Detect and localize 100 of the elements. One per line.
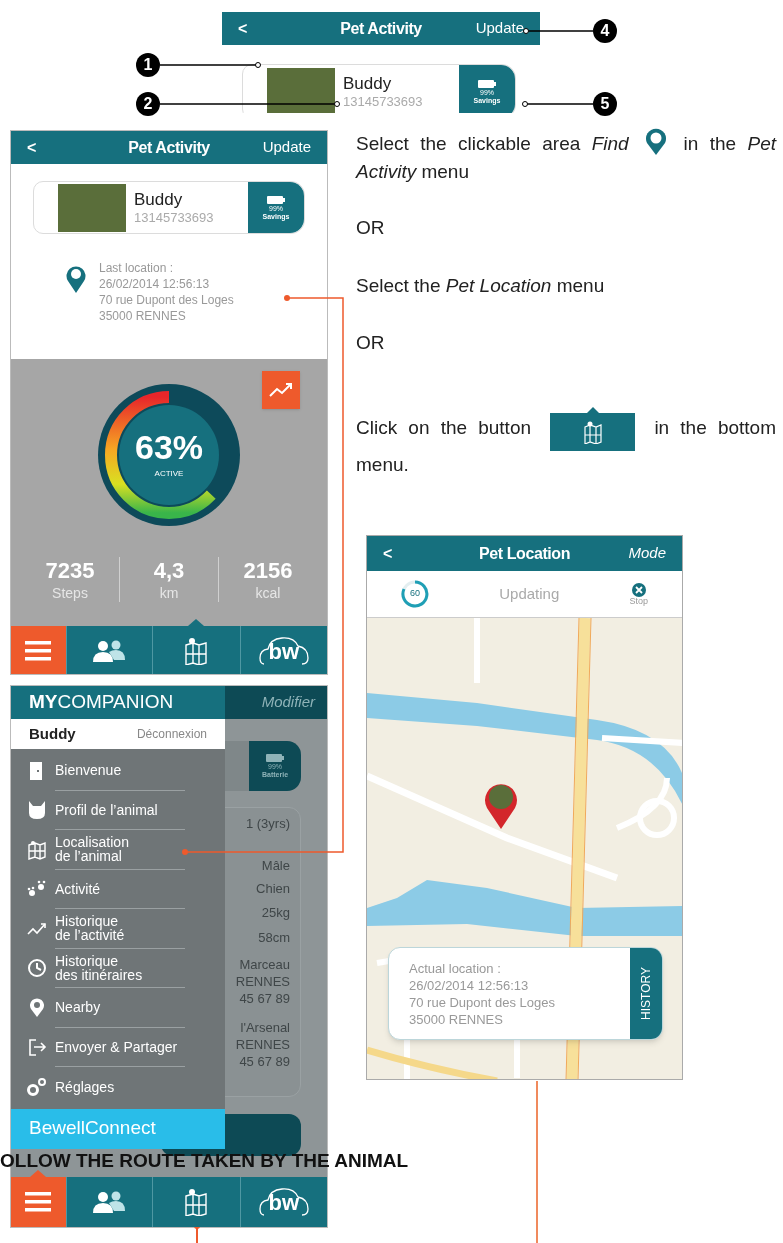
location-pin-icon [27,997,47,1018]
profile-detail: Marceau [239,956,290,973]
stop-button[interactable]: Stop [629,582,648,606]
activity-percent: 63% [134,430,204,464]
callout-number: 2 [136,92,160,116]
activity-label: ACTIVE [154,468,184,480]
brand-logo: MYCOMPANION [29,690,174,715]
location-line: 70 rue Dupont des Loges [409,993,556,1011]
stat-value: 7235 [45,557,95,585]
photo-placeholder [267,67,335,113]
pet-id: 13145733693 [134,210,214,227]
user-name: Buddy [29,723,76,744]
folded-map-icon [27,839,47,860]
history-button[interactable]: HISTORY [630,948,662,1039]
timer-value: 60 [410,587,420,601]
nav-tab[interactable] [11,1177,66,1227]
callout-number: 4 [593,19,617,43]
profile-detail: 25kg [261,904,290,921]
location-line: 26/02/2014 12:56:13 [99,276,211,292]
callout-number: 5 [593,92,617,116]
stat-value: 2156 [243,557,293,585]
menu-item[interactable]: Réglages [11,1067,225,1107]
header-action-button[interactable]: Update [251,136,311,159]
instruction-text: OR [356,216,386,240]
back-button[interactable]: < [238,16,298,41]
menu-item[interactable]: Historique de l’activité [11,909,225,949]
location-line: 26/02/2014 12:56:13 [409,976,530,994]
location-line: 70 rue Dupont des Loges [99,292,234,308]
share-arrow-icon [27,1037,47,1058]
back-button[interactable]: < [27,135,87,160]
people-icon [92,640,127,662]
battery-icon [478,79,496,88]
callout-number: 1 [136,53,160,77]
nav-tab[interactable] [65,1177,153,1227]
nav-tab[interactable] [65,626,153,674]
nav-tab[interactable]: bw [239,1177,327,1227]
instruction-text: Click on the button in the bottom menu. [356,407,776,479]
find-pin-button[interactable] [65,264,87,294]
screen-title: Pet Activity [340,18,422,39]
header-action-button[interactable]: Update [464,17,524,40]
menu-item[interactable]: Activité [11,869,225,909]
profile-detail: 45 67 89 [239,990,290,1007]
gears-icon [27,1076,47,1097]
brand-logo: bw [257,634,310,668]
location-line: Actual location : [409,959,502,977]
trend-line-icon [269,382,293,398]
timer-ring-icon [401,580,429,608]
profile-detail: 1 (3yrs) [245,815,290,832]
instruction-text: OR [356,331,386,355]
location-pin-icon [644,128,669,156]
nav-tab[interactable] [152,626,240,674]
screen-title: Pet Location [478,543,571,564]
profile-detail: 58cm [258,929,290,946]
menu-icon [25,641,52,661]
menu-item[interactable]: Localisation de l’animal [11,830,225,870]
header-action-button[interactable]: Modifier [261,691,315,714]
profile-detail: Chien [256,880,290,897]
pet-name: Buddy [134,188,184,210]
profile-detail: RENNES [235,973,290,990]
profile-detail: RENNES [235,1036,290,1053]
photo-placeholder [58,183,126,232]
people-icon [92,1191,127,1213]
profile-detail: 45 67 89 [239,1053,290,1070]
menu-item[interactable]: Profil de l’animal [11,790,225,830]
stat-unit: km [159,584,179,602]
folded-map-icon [184,1188,209,1216]
profile-detail: l'Arsenal [240,1019,290,1036]
battery-icon [266,754,284,762]
stat-unit: kcal [255,584,281,602]
clock-icon [27,958,47,979]
header-action-button[interactable]: Mode [606,542,666,565]
folded-map-icon [184,637,209,665]
nav-tab[interactable]: bw [239,626,327,674]
menu-icon [25,1192,52,1212]
stat-value: 4,3 [153,557,185,585]
nav-tab[interactable] [152,1177,240,1227]
location-line: Last location : [99,260,175,276]
instruction-text: Select the Pet Location menu [356,274,606,298]
menu-item[interactable]: Historique des itinéraires [11,948,225,988]
status-text: Updating [499,583,560,604]
trend-button[interactable] [262,371,300,409]
close-icon [631,582,646,597]
menu-item[interactable]: Envoyer & Partager [11,1027,225,1067]
back-button[interactable]: < [383,541,443,566]
profile-detail: Mâle [261,857,290,874]
location-line: 35000 RENNES [99,308,187,324]
leader-line [523,28,594,34]
leader-line [522,101,594,107]
battery-icon [267,195,285,204]
instruction-text: Select the clickable area Find in the Pet Activity menu [356,128,776,186]
menu-item[interactable]: Nearby [11,988,225,1028]
screen-title: Pet Activity [128,137,210,158]
logout-link[interactable]: Déconnexion [136,725,207,743]
cat-head-icon [27,800,47,821]
brand-logo: bw [257,1185,310,1219]
menu-item[interactable]: Bienvenue [11,751,225,791]
nav-tab[interactable] [11,626,66,674]
pet-id: 13145733693 [343,94,423,111]
pet-name: Buddy [343,72,393,94]
location-line: 35000 RENNES [409,1010,504,1028]
